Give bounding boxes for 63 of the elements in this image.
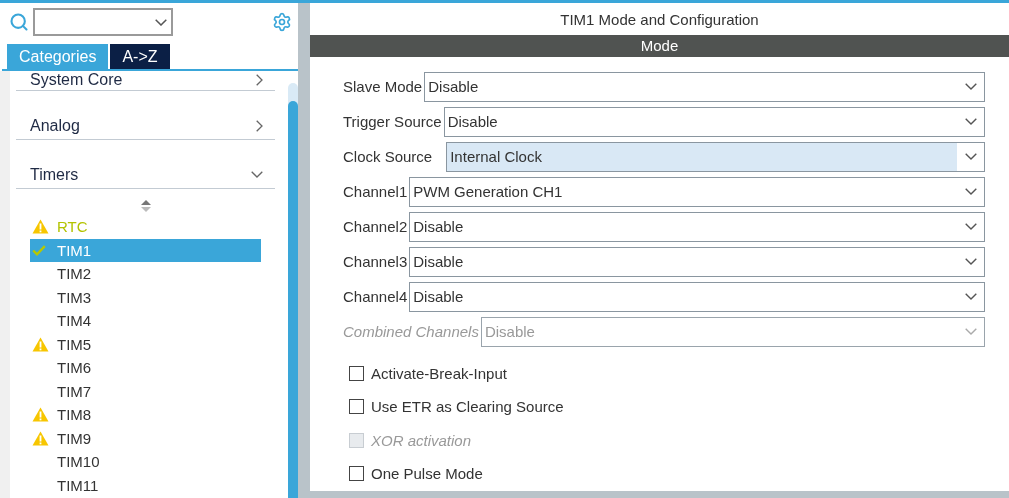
- category-label: System Core: [30, 71, 123, 89]
- scrollbar[interactable]: [288, 83, 298, 498]
- chevron-down-icon: [964, 258, 977, 266]
- chevron-right-icon: [256, 119, 263, 132]
- dropdown[interactable]: PWM Generation CH1: [409, 176, 985, 207]
- chevron-down-icon: [964, 153, 977, 161]
- panel-title: TIM1 Mode and Configuration: [559, 9, 760, 30]
- field-label: Trigger Source: [343, 113, 442, 131]
- dropdown[interactable]: Disable: [409, 211, 985, 242]
- warning-icon: [32, 336, 49, 352]
- checkbox[interactable]: [349, 466, 364, 482]
- chevron-down-icon: [964, 118, 977, 126]
- settings-icon[interactable]: [272, 12, 292, 32]
- field-label: Channel1: [343, 183, 408, 201]
- dropdown[interactable]: Internal Clock: [446, 141, 985, 172]
- tree-item[interactable]: TIM9: [30, 426, 261, 450]
- chevron-down-icon: [964, 328, 977, 336]
- warning-icon: [32, 219, 49, 235]
- chevron-down-icon: [964, 293, 977, 301]
- chevron-down-icon: [155, 18, 167, 26]
- tree-item[interactable]: TIM3: [30, 285, 261, 309]
- search-field[interactable]: [33, 8, 173, 36]
- sort-icon[interactable]: [140, 199, 151, 212]
- chevron-down-icon: [964, 223, 977, 231]
- tree-item[interactable]: TIM4: [30, 309, 261, 333]
- checkbox-label: XOR activation: [371, 431, 472, 449]
- checkbox-label: Use ETR as Clearing Source: [371, 398, 564, 416]
- chevron-down-icon: [251, 171, 263, 178]
- field-label: Slave Mode: [343, 78, 423, 96]
- checkbox[interactable]: [349, 365, 364, 381]
- tab[interactable]: A->Z: [110, 44, 170, 69]
- field-label: Clock Source: [343, 148, 433, 166]
- check-icon: [32, 244, 46, 256]
- warning-icon: [32, 407, 49, 423]
- dropdown[interactable]: Disable: [409, 281, 985, 312]
- field-label: Channel3: [343, 253, 408, 271]
- field-label: Channel2: [343, 218, 408, 236]
- chevron-right-icon: [256, 73, 263, 86]
- tree-item[interactable]: TIM10: [30, 450, 261, 474]
- field-label: Channel4: [343, 288, 408, 306]
- tree-item[interactable]: TIM6: [30, 356, 261, 380]
- warning-icon: [32, 430, 49, 446]
- section-header: Mode: [310, 35, 1009, 57]
- category-row[interactable]: Analog: [16, 91, 275, 140]
- search-icon[interactable]: [9, 12, 29, 32]
- dropdown[interactable]: Disable: [409, 246, 985, 277]
- category-label: Timers: [30, 165, 79, 184]
- chevron-down-icon: [964, 83, 977, 91]
- tree-item[interactable]: TIM5: [30, 332, 261, 356]
- chevron-down-icon: [964, 188, 977, 196]
- dropdown[interactable]: Disable: [443, 106, 985, 137]
- category-label: Analog: [30, 116, 80, 135]
- field-label: Combined Channels: [343, 323, 479, 341]
- category-row[interactable]: System Core: [16, 71, 275, 91]
- tree-item[interactable]: TIM7: [30, 379, 261, 403]
- category-row[interactable]: Timers: [16, 140, 275, 189]
- checkbox[interactable]: [349, 399, 364, 415]
- checkbox-label: Activate-Break-Input: [371, 364, 507, 382]
- tree-item[interactable]: TIM2: [30, 262, 261, 286]
- tree-item[interactable]: TIM11: [30, 473, 261, 497]
- tree-item[interactable]: TIM8: [30, 403, 261, 427]
- checkbox-label: One Pulse Mode: [371, 465, 483, 483]
- dropdown[interactable]: Disable: [424, 71, 985, 102]
